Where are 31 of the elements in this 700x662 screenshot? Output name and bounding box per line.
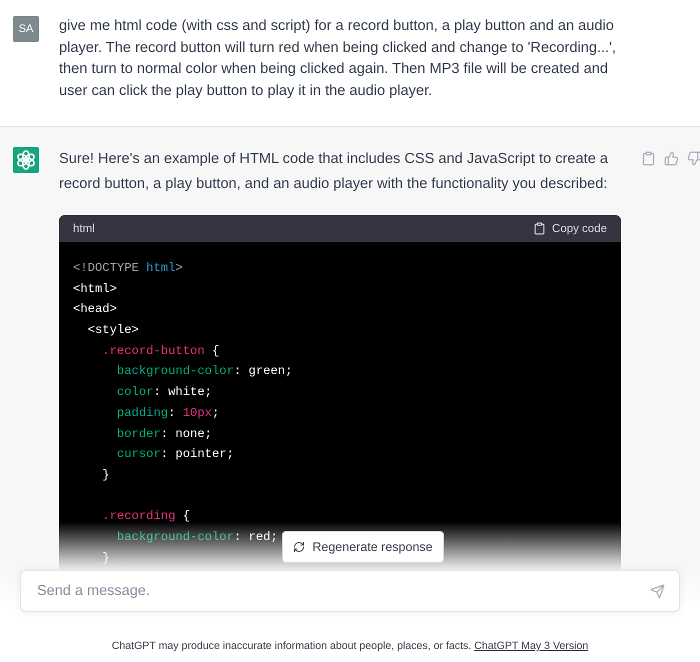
copy-code-button[interactable]: Copy code xyxy=(533,222,607,235)
code-line: cursor: pointer; xyxy=(116,446,234,464)
refresh-icon xyxy=(293,541,306,553)
copy-icon[interactable] xyxy=(641,151,656,166)
code-line: background-color: green; xyxy=(116,363,292,380)
user-message: give me html code (with css and script) for a record button, a play button and an audio player. The record button will turn red when being clicked and change to 'Recording...', then turn to normal color when being clicked again. Then MP3 file will be created and user can click the play button to play it in the audio player. xyxy=(59,17,617,100)
code-line: .record-button { xyxy=(101,342,220,360)
message-composer[interactable]: Send a message. xyxy=(20,570,680,612)
user-avatar: SA xyxy=(13,16,39,42)
code-line: } xyxy=(101,550,110,567)
thumbs-up-icon[interactable] xyxy=(664,151,679,166)
code-language: html xyxy=(73,222,95,234)
assistant-message: Sure! Here's an example of HTML code that includes CSS and JavaScript to create a record button, a play button, and an audio player with the functionality you described: xyxy=(59,150,609,194)
assistant-logo-icon xyxy=(13,147,39,173)
code-line: background-color: red; xyxy=(116,528,278,546)
disclaimer-text: ChatGPT may produce inaccurate information about people, places, or facts. xyxy=(112,640,472,652)
code-line: <html> xyxy=(73,280,117,298)
version-link[interactable]: ChatGPT May 3 Version xyxy=(474,640,588,652)
message-input[interactable]: Send a message. xyxy=(35,582,650,600)
code-line: padding: 10px; xyxy=(116,404,220,422)
code-line: <head> xyxy=(73,301,117,318)
code-line: border: none; xyxy=(116,426,212,442)
regenerate-button[interactable]: Regenerate response xyxy=(282,531,444,563)
code-line: <!DOCTYPE html> xyxy=(73,260,183,277)
send-icon[interactable] xyxy=(650,584,665,598)
code-line: .recording { xyxy=(101,508,190,526)
clipboard-icon xyxy=(533,222,546,235)
code-line: } xyxy=(101,466,110,484)
code-line: color: white; xyxy=(116,384,212,402)
code-line: <style> xyxy=(86,322,139,340)
thumbs-down-icon[interactable] xyxy=(687,151,700,166)
